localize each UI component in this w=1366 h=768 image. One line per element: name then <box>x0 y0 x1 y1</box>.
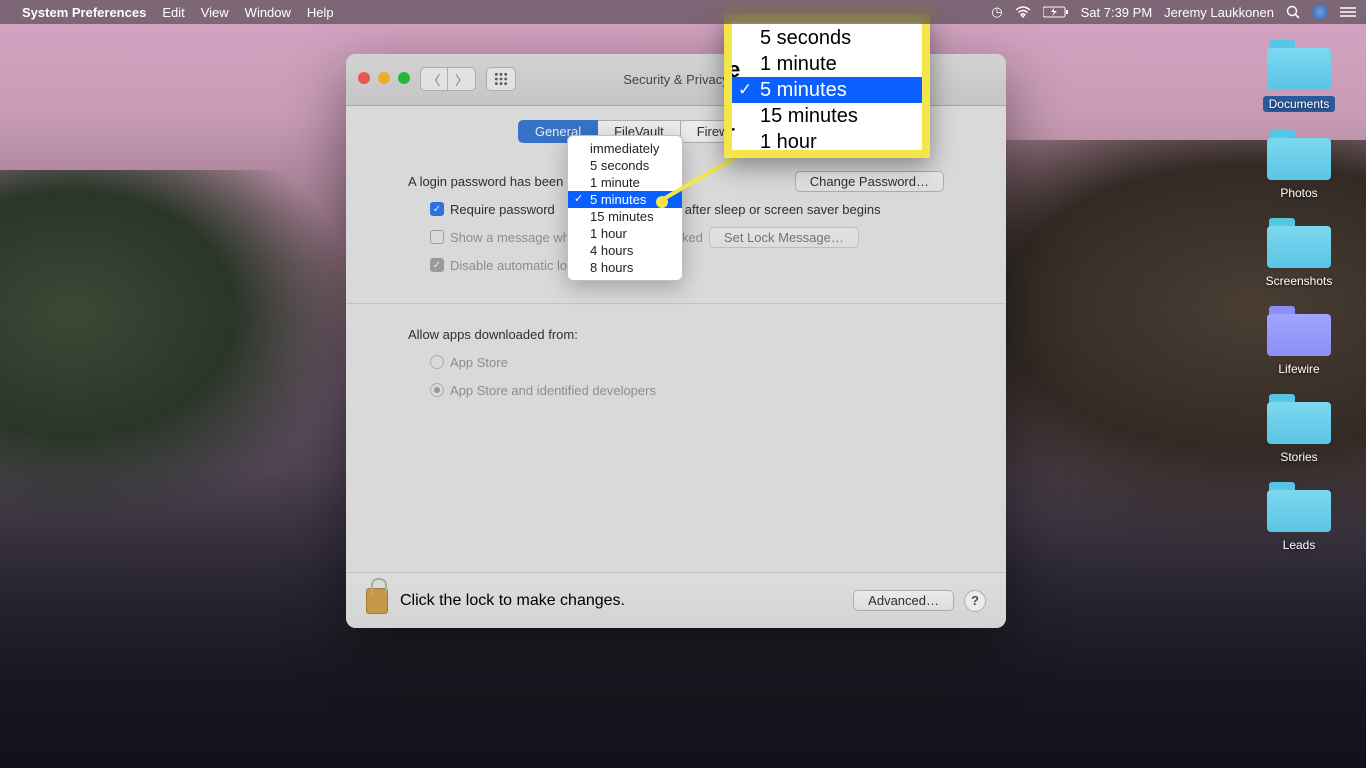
folder-photos[interactable]: Photos <box>1254 130 1344 200</box>
folder-label: Lifewire <box>1278 362 1319 376</box>
divider <box>346 303 1006 304</box>
menu-window[interactable]: Window <box>245 5 291 20</box>
after-sleep-label: after sleep or screen saver begins <box>685 202 881 217</box>
callout-dot <box>656 196 668 208</box>
spotlight-icon[interactable] <box>1286 5 1300 19</box>
dropdown-option[interactable]: 8 hours <box>568 259 682 276</box>
zoom-option: 5 seconds <box>732 25 922 51</box>
battery-icon[interactable] <box>1043 6 1069 18</box>
zoom-option: 1 hour <box>732 129 922 155</box>
window-footer: Click the lock to make changes. Advanced… <box>346 572 1006 628</box>
app-store-dev-radio <box>430 383 444 397</box>
menu-edit[interactable]: Edit <box>162 5 184 20</box>
folder-documents[interactable]: Documents <box>1254 40 1344 112</box>
advanced-button[interactable]: Advanced… <box>853 590 954 611</box>
app-store-dev-label: App Store and identified developers <box>450 383 656 398</box>
wifi-icon[interactable] <box>1015 6 1031 18</box>
zoom-option: 15 minutes <box>732 103 922 129</box>
change-password-button[interactable]: Change Password… <box>795 171 944 192</box>
clock[interactable]: Sat 7:39 PM <box>1081 5 1153 20</box>
show-message-checkbox[interactable] <box>430 230 444 244</box>
folder-lifewire[interactable]: Lifewire <box>1254 306 1344 376</box>
dropdown-option[interactable]: 4 hours <box>568 242 682 259</box>
allow-apps-label: Allow apps downloaded from: <box>408 327 578 342</box>
app-menu[interactable]: System Preferences <box>22 5 146 20</box>
folder-label: Stories <box>1280 450 1317 464</box>
dropdown-option[interactable]: 1 hour <box>568 225 682 242</box>
notification-center-icon[interactable] <box>1340 6 1356 18</box>
siri-icon[interactable] <box>1312 4 1328 20</box>
lock-icon[interactable] <box>366 588 388 614</box>
disable-auto-login-checkbox: ✓ <box>430 258 444 272</box>
dropdown-option[interactable]: 5 seconds <box>568 157 682 174</box>
menubar: System Preferences Edit View Window Help… <box>0 0 1366 24</box>
folder-label: Leads <box>1283 538 1316 552</box>
time-machine-icon[interactable]: ◷ <box>991 4 1002 20</box>
lock-text: Click the lock to make changes. <box>400 592 625 610</box>
set-lock-message-button[interactable]: Set Lock Message… <box>709 227 859 248</box>
zoom-option: 5 minutes <box>732 77 922 103</box>
app-store-radio <box>430 355 444 369</box>
folder-label: Documents <box>1263 96 1336 112</box>
folder-label: Screenshots <box>1266 274 1333 288</box>
zoom-inset: e r 5 seconds1 minute5 minutes15 minutes… <box>724 14 930 158</box>
folder-stories[interactable]: Stories <box>1254 394 1344 464</box>
app-store-label: App Store <box>450 355 508 370</box>
dropdown-option[interactable]: 1 minute <box>568 174 682 191</box>
menu-view[interactable]: View <box>201 5 229 20</box>
user-menu[interactable]: Jeremy Laukkonen <box>1164 5 1274 20</box>
folder-leads[interactable]: Leads <box>1254 482 1344 552</box>
disable-auto-login-label: Disable automatic login <box>450 258 584 273</box>
dropdown-option[interactable]: immediately <box>568 140 682 157</box>
menu-help[interactable]: Help <box>307 5 334 20</box>
dropdown-option[interactable]: 15 minutes <box>568 208 682 225</box>
password-delay-dropdown[interactable]: immediately5 seconds1 minute5 minutes15 … <box>567 135 683 281</box>
folder-screenshots[interactable]: Screenshots <box>1254 218 1344 288</box>
folder-label: Photos <box>1280 186 1317 200</box>
require-password-label: Require password <box>450 202 555 217</box>
require-password-checkbox[interactable]: ✓ <box>430 202 444 216</box>
help-button[interactable]: ? <box>964 590 986 612</box>
zoom-option: 1 minute <box>732 51 922 77</box>
desktop-icons: Documents Photos Screenshots Lifewire Storie… <box>1254 40 1344 552</box>
